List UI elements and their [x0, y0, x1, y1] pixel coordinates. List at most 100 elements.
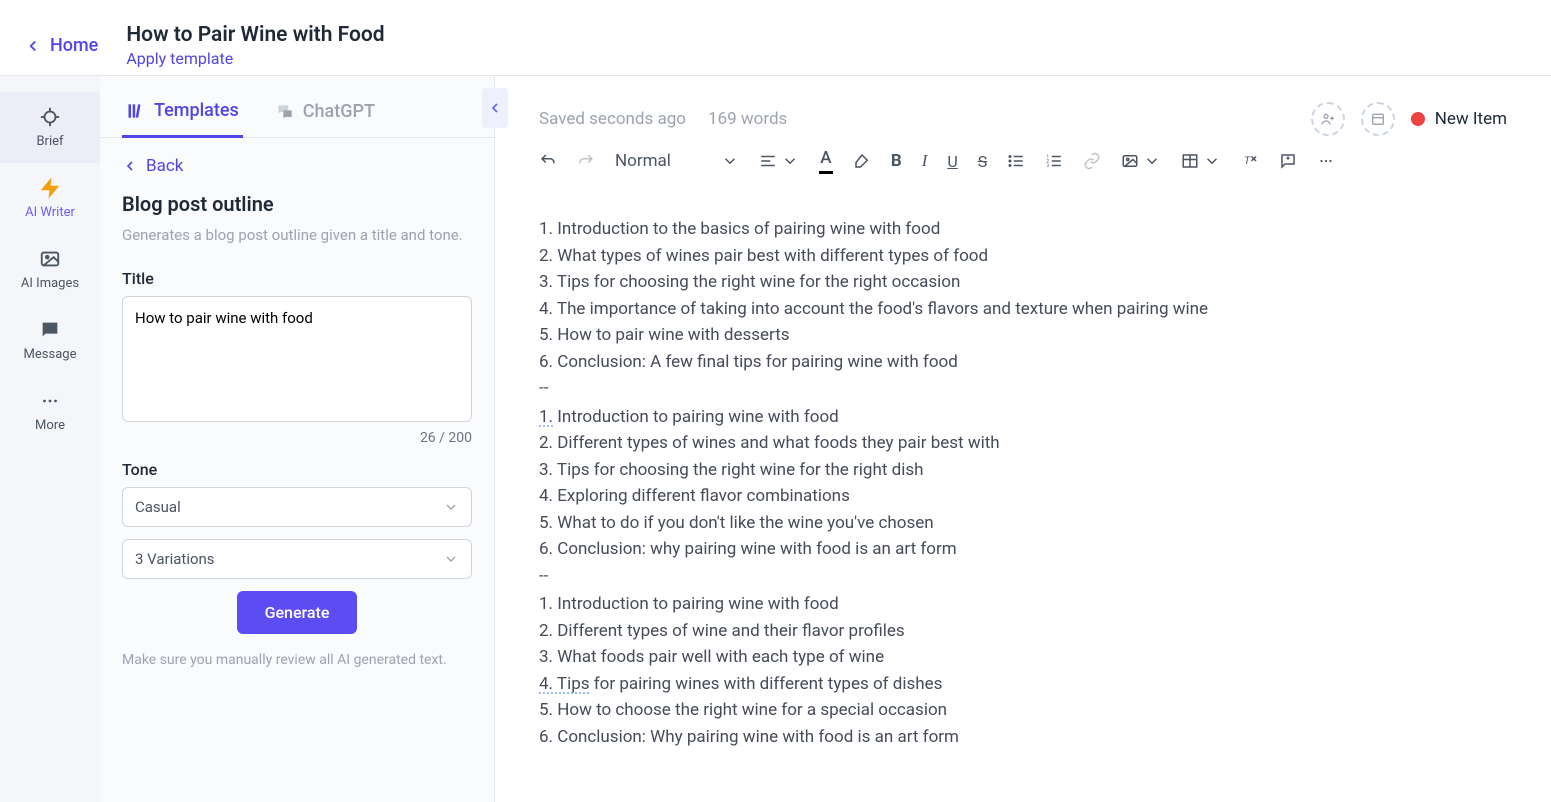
outline-line: 1. Introduction to pairing wine with foo… — [539, 404, 1507, 431]
clear-format-button[interactable]: T — [1241, 152, 1259, 170]
tone-select[interactable]: Casual — [122, 487, 472, 527]
outline-line: 3. What foods pair well with each type o… — [539, 644, 1507, 671]
rail-ai-writer[interactable]: AI Writer — [0, 163, 100, 234]
new-item-status[interactable]: New Item — [1411, 109, 1507, 129]
tab-chatgpt[interactable]: ChatGPT — [271, 94, 379, 137]
generate-button[interactable]: Generate — [237, 591, 358, 634]
undo-icon — [539, 152, 557, 170]
list-ol-icon: 123 — [1045, 152, 1063, 170]
home-link[interactable]: Home — [24, 35, 116, 56]
tone-label: Tone — [122, 460, 472, 479]
table-icon — [1181, 152, 1199, 170]
chat-icon — [275, 102, 295, 122]
align-left-icon — [759, 152, 777, 170]
numbered-list-button[interactable]: 123 — [1045, 152, 1063, 170]
rail-message-label: Message — [24, 347, 77, 362]
rail-brief[interactable]: Brief — [0, 92, 100, 163]
editor-content[interactable]: 1. Introduction to the basics of pairing… — [495, 192, 1551, 774]
title-input[interactable] — [122, 296, 472, 422]
font-style-select[interactable]: Normal — [615, 151, 739, 171]
highlight-button[interactable] — [853, 152, 871, 170]
chevron-left-icon — [122, 158, 138, 174]
rail-brief-label: Brief — [36, 134, 63, 149]
table-button[interactable] — [1181, 152, 1221, 170]
outline-line: 2. What types of wines pair best with di… — [539, 243, 1507, 270]
highlight-icon — [853, 152, 871, 170]
clear-format-icon: T — [1241, 152, 1259, 170]
outline-line: 6. Conclusion: A few final tips for pair… — [539, 349, 1507, 376]
chevron-left-icon — [24, 37, 42, 55]
variations-select[interactable]: 3 Variations — [122, 539, 472, 579]
tab-templates[interactable]: Templates — [122, 94, 243, 138]
strikethrough-button[interactable]: S — [978, 152, 988, 171]
chevron-down-icon — [1143, 152, 1161, 170]
add-collaborator-button[interactable] — [1311, 102, 1345, 136]
word-count: 169 words — [708, 109, 787, 129]
user-plus-icon — [1320, 111, 1336, 127]
schedule-button[interactable] — [1361, 102, 1395, 136]
collapse-panel-button[interactable] — [482, 88, 508, 128]
chevron-left-icon — [487, 100, 503, 116]
outline-line: 6. Conclusion: Why pairing wine with foo… — [539, 724, 1507, 751]
calendar-icon — [1370, 111, 1386, 127]
outline-line: 2. Different types of wines and what foo… — [539, 430, 1507, 457]
rail-message[interactable]: Message — [0, 305, 100, 376]
comment-icon — [1279, 152, 1297, 170]
undo-button[interactable] — [539, 152, 557, 170]
outline-line: 5. How to choose the right wine for a sp… — [539, 697, 1507, 724]
message-icon — [39, 319, 61, 341]
chevron-down-icon — [443, 551, 459, 567]
chevron-down-icon — [443, 499, 459, 515]
more-tools-button[interactable] — [1317, 152, 1335, 170]
apply-template-link[interactable]: Apply template — [126, 49, 384, 68]
outline-line: 3. Tips for choosing the right wine for … — [539, 269, 1507, 296]
variations-value: 3 Variations — [135, 550, 215, 568]
home-label: Home — [50, 35, 98, 56]
svg-text:T: T — [1244, 154, 1251, 167]
image-insert-button[interactable] — [1121, 152, 1161, 170]
list-ul-icon — [1007, 152, 1025, 170]
template-panel: Templates ChatGPT Back Blog post outline… — [100, 76, 495, 802]
redo-button[interactable] — [577, 152, 595, 170]
target-icon — [39, 106, 61, 128]
dots-icon — [1317, 152, 1335, 170]
italic-button[interactable]: I — [922, 151, 928, 171]
outline-line: 4. The importance of taking into account… — [539, 296, 1507, 323]
saved-status: Saved seconds ago — [539, 109, 686, 129]
bolt-icon — [39, 177, 61, 199]
link-icon — [1083, 152, 1101, 170]
panel-heading: Blog post outline — [122, 192, 472, 216]
left-rail: Brief AI Writer AI Images Message More — [0, 76, 100, 802]
svg-text:3: 3 — [1047, 163, 1050, 169]
link-button[interactable] — [1083, 152, 1101, 170]
tab-chatgpt-label: ChatGPT — [303, 101, 375, 122]
align-button[interactable] — [759, 152, 799, 170]
rail-ai-images[interactable]: AI Images — [0, 234, 100, 305]
char-counter: 26 / 200 — [122, 430, 472, 446]
outline-divider: -- — [539, 375, 1507, 402]
new-item-label: New Item — [1435, 109, 1507, 129]
chevron-down-icon — [781, 152, 799, 170]
rail-ai-writer-label: AI Writer — [25, 205, 75, 220]
comment-button[interactable] — [1279, 152, 1297, 170]
redo-icon — [577, 152, 595, 170]
underline-button[interactable]: U — [947, 152, 957, 171]
rail-more[interactable]: More — [0, 376, 100, 447]
title-label: Title — [122, 269, 472, 288]
outline-line: 5. What to do if you don't like the wine… — [539, 510, 1507, 537]
back-link[interactable]: Back — [122, 156, 472, 176]
chevron-down-icon — [721, 152, 739, 170]
outline-line: 6. Conclusion: why pairing wine with foo… — [539, 536, 1507, 563]
bullet-list-button[interactable] — [1007, 152, 1025, 170]
image-icon — [1121, 152, 1139, 170]
page-title: How to Pair Wine with Food — [126, 23, 384, 47]
review-note: Make sure you manually review all AI gen… — [122, 650, 472, 671]
rail-more-label: More — [35, 418, 65, 433]
tone-value: Casual — [135, 498, 181, 516]
outline-line: 5. How to pair wine with desserts — [539, 322, 1507, 349]
bold-button[interactable]: B — [891, 151, 902, 171]
dots-icon — [39, 390, 61, 412]
outline-line: 4. Tips for pairing wines with different… — [539, 671, 1507, 698]
outline-line: 3. Tips for choosing the right wine for … — [539, 457, 1507, 484]
text-color-button[interactable]: A — [819, 148, 833, 174]
